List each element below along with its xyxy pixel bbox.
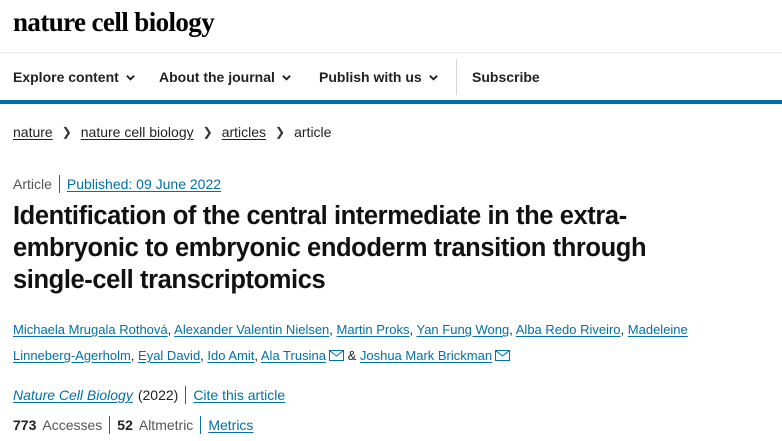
citation-line: Nature Cell Biology (2022) Cite this art… (13, 386, 285, 404)
chevron-right-icon: ❯ (61, 125, 72, 139)
altmetric-count: 52 (117, 417, 133, 433)
journal-logo[interactable]: nature cell biology (13, 7, 215, 38)
mail-icon[interactable] (328, 350, 344, 361)
author-conjunction: & (347, 348, 357, 363)
article-metrics: 773 Accesses 52 Altmetric Metrics (13, 416, 253, 434)
chevron-down-icon (428, 74, 438, 81)
author-list: Michaela Mrugala Rothová, Alexander Vale… (13, 322, 688, 363)
chevron-right-icon: ❯ (202, 125, 213, 139)
metrics-link[interactable]: Metrics (208, 417, 253, 433)
cite-article-link[interactable]: Cite this article (193, 387, 285, 403)
metrics-divider (109, 416, 111, 434)
nav-about-journal[interactable]: About the journal (159, 53, 292, 101)
main-navigation: Explore content About the journal Publis… (0, 52, 782, 101)
nav-label: Subscribe (472, 69, 540, 85)
breadcrumb-link-articles[interactable]: articles (222, 124, 266, 140)
breadcrumb: nature ❯ nature cell biology ❯ articles … (13, 124, 331, 140)
author-link[interactable]: Alba Redo Riveiro (516, 322, 621, 337)
chevron-down-icon (282, 74, 291, 81)
author-link[interactable]: Yan Fung Wong (417, 322, 510, 337)
header-accent-rule (0, 100, 782, 104)
article-type: Article (13, 176, 52, 192)
altmetric-label: Altmetric (138, 417, 194, 433)
publication-year: (2022) (137, 387, 179, 403)
chevron-down-icon (125, 74, 135, 81)
accesses-count: 773 (13, 417, 37, 433)
author-link[interactable]: Martin Proks (337, 322, 410, 337)
author-link[interactable]: Eyal David (138, 348, 200, 363)
author-link[interactable]: Alexander Valentin Nielsen (174, 322, 329, 337)
breadcrumb-current: article (294, 124, 332, 140)
meta-divider (58, 175, 60, 193)
author-link[interactable]: Joshua Mark Brickman (360, 348, 492, 363)
nav-label: About the journal (159, 69, 275, 85)
author-link[interactable]: Ido Amit (207, 348, 254, 363)
nav-label: Explore content (13, 69, 119, 85)
breadcrumb-link-journal[interactable]: nature cell biology (81, 124, 194, 140)
nav-divider (456, 59, 457, 95)
author-link[interactable]: Ala Trusina (261, 348, 326, 363)
article-title: Identification of the central intermedia… (13, 202, 647, 294)
breadcrumb-link-nature[interactable]: nature (13, 124, 53, 140)
chevron-right-icon: ❯ (275, 125, 286, 139)
nav-explore-content[interactable]: Explore content (13, 53, 136, 101)
site-header: nature cell biology (0, 0, 782, 52)
citation-divider (185, 386, 187, 404)
accesses-label: Accesses (42, 417, 103, 433)
nav-label: Publish with us (319, 69, 422, 85)
mail-icon[interactable] (495, 350, 511, 361)
published-date-link[interactable]: Published: 09 June 2022 (67, 176, 221, 192)
author-link[interactable]: Michaela Mrugala Rothová (13, 322, 168, 337)
journal-name-link[interactable]: Nature Cell Biology (13, 387, 133, 403)
nav-publish-with-us[interactable]: Publish with us (319, 53, 439, 101)
article-meta: Article Published: 09 June 2022 (13, 175, 221, 193)
nav-subscribe[interactable]: Subscribe (472, 53, 540, 101)
metrics-divider (200, 416, 202, 434)
